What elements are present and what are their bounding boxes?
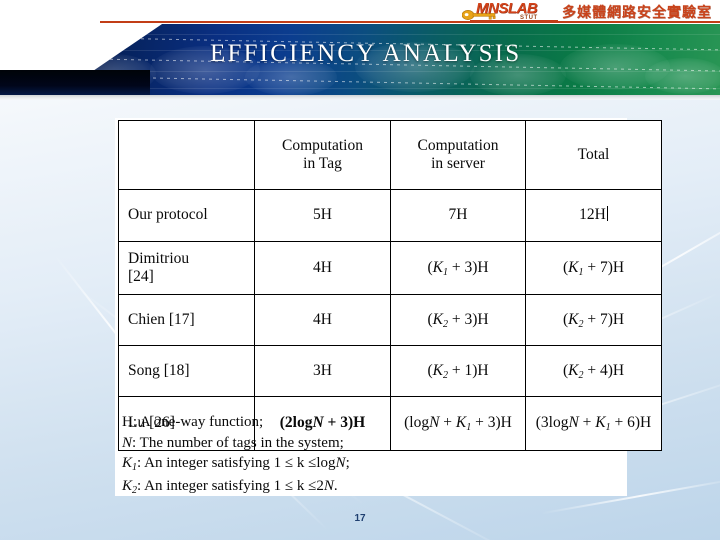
text-cursor: [606, 206, 608, 222]
header-line-1: Computation: [417, 136, 499, 154]
row-label-line-1: Dimitriou: [128, 249, 190, 267]
cell-total: (K2 + 4)H: [525, 345, 662, 397]
note-k1: K1: An integer satisfying 1 ≤ k ≤logN;: [122, 455, 350, 473]
table-header-row: Computation in Tag Computation in server…: [118, 120, 662, 190]
cell-total: 12H: [525, 189, 662, 242]
top-white-strip: MNSLAB STUT 多媒體網路安全實驗室: [0, 0, 720, 24]
efficiency-table: Computation in Tag Computation in server…: [118, 120, 662, 451]
cell-total: (K1 + 7)H: [525, 241, 662, 295]
header-line-2: in server: [431, 155, 485, 172]
row-label-song: Song [18]: [118, 345, 255, 397]
table-notes: H: A one-way function; N: The number of …: [122, 412, 542, 498]
cell-tag: 4H: [254, 294, 391, 346]
cell-server: (K2 + 1)H: [390, 345, 526, 397]
row-label-our-protocol: Our protocol: [118, 189, 255, 242]
header-line-2: in Tag: [303, 155, 342, 172]
page-number: 17: [354, 513, 366, 524]
table-header-computation-in-server: Computation in server: [390, 120, 526, 190]
table-row: Song [18] 3H (K2 + 1)H (K2 + 4)H: [118, 345, 662, 397]
cell-tag: 5H: [254, 189, 391, 242]
table-header-total: Total: [525, 120, 662, 190]
note-k2: K2: An integer satisfying 1 ≤ k ≤2N.: [122, 477, 338, 496]
row-label-line-2: [24]: [128, 268, 154, 285]
cell-tag: 3H: [254, 345, 391, 397]
banner-dark-wedge: [0, 70, 150, 95]
row-label-dimitriou: Dimitriou [24]: [118, 241, 255, 295]
note-h: H: A one-way function;: [122, 414, 264, 430]
table-header-corner: [118, 120, 255, 190]
table-row: Our protocol 5H 7H 12H: [118, 189, 662, 242]
row-label-chien: Chien [17]: [118, 294, 255, 346]
cell-tag: 4H: [254, 241, 391, 295]
cell-server: 7H: [390, 189, 526, 242]
cell-total-text: 12H: [579, 206, 606, 224]
note-n: N: The number of tags in the system;: [122, 434, 344, 451]
banner-base-line: [0, 95, 720, 100]
slide-banner: EFFICIENCY ANALYSIS: [0, 24, 720, 95]
table-row: Dimitriou [24] 4H (K1 + 3)H (K1 + 7)H: [118, 241, 662, 295]
header-line-1: Computation: [282, 136, 363, 154]
cell-total: (K2 + 7)H: [525, 294, 662, 346]
header-line-1: Total: [577, 145, 610, 163]
page-title: EFFICIENCY ANALYSIS: [210, 40, 522, 67]
cell-total: (3logN + K1 + 6)H: [525, 396, 662, 451]
cell-server: (K1 + 3)H: [390, 241, 526, 295]
table-header-computation-in-tag: Computation in Tag: [254, 120, 391, 190]
lab-name-underline: [100, 21, 720, 23]
table-row: Chien [17] 4H (K2 + 3)H (K2 + 7)H: [118, 294, 662, 346]
cell-server: (K2 + 3)H: [390, 294, 526, 346]
